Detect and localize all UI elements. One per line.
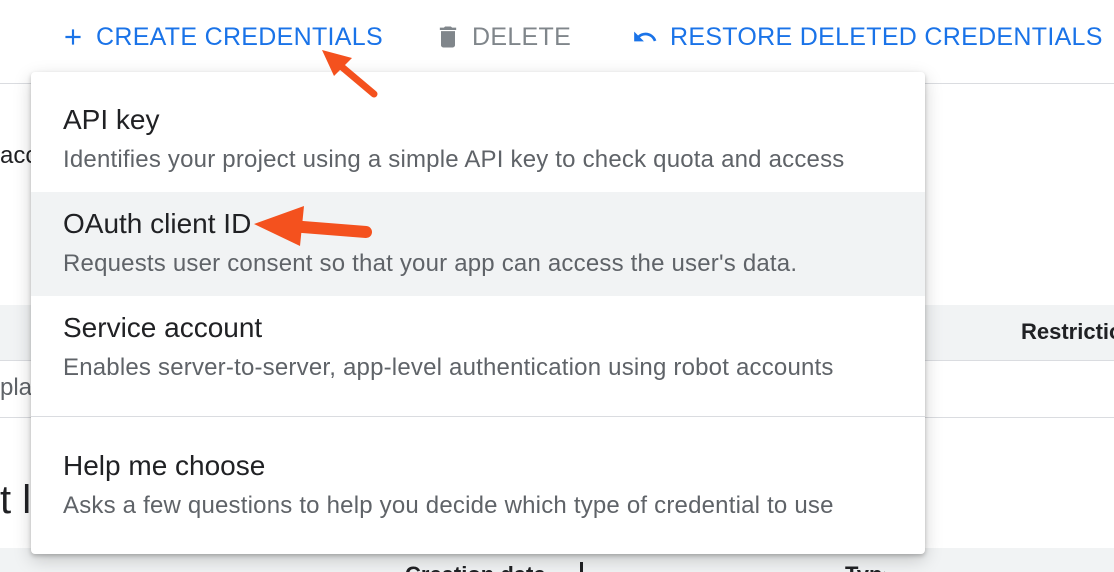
menu-item-title: OAuth client ID: [63, 208, 252, 239]
create-credentials-button[interactable]: CREATE CREDENTIALS: [60, 18, 383, 56]
plus-icon: [60, 24, 86, 50]
column-header-type[interactable]: Type: [845, 562, 885, 572]
menu-item-service-account[interactable]: Service account Enables server-to-server…: [31, 296, 925, 400]
column-header-creation-date[interactable]: Creation date: [405, 562, 555, 572]
create-credentials-menu: API key Identifies your project using a …: [31, 72, 925, 554]
menu-divider: [31, 416, 925, 417]
create-credentials-label: CREATE CREDENTIALS: [96, 22, 383, 51]
background-text-fragment: acc: [0, 142, 32, 169]
delete-button[interactable]: DELETE: [434, 18, 571, 56]
undo-icon: [630, 24, 660, 50]
menu-item-api-key[interactable]: API key Identifies your project using a …: [31, 88, 925, 192]
menu-item-description: Identifies your project using a simple A…: [63, 146, 845, 173]
background-text-fragment: pla: [0, 374, 32, 401]
restore-deleted-credentials-label: RESTORE DELETED CREDENTIALS: [670, 22, 1103, 51]
trash-icon: [434, 23, 462, 51]
menu-item-description: Enables server-to-server, app-level auth…: [63, 354, 834, 381]
menu-item-title: Help me choose: [63, 450, 266, 481]
menu-item-oauth-client-id[interactable]: OAuth client ID Requests user consent so…: [31, 192, 925, 296]
menu-item-help-me-choose[interactable]: Help me choose Asks a few questions to h…: [31, 434, 925, 538]
menu-item-description: Requests user consent so that your app c…: [63, 250, 798, 277]
menu-item-description: Asks a few questions to help you decide …: [63, 492, 834, 519]
menu-item-title: API key: [63, 104, 160, 135]
column-header-restrictions: Restrictions: [1021, 319, 1114, 344]
delete-label: DELETE: [472, 22, 572, 51]
restore-deleted-credentials-button[interactable]: RESTORE DELETED CREDENTIALS: [630, 18, 1103, 56]
menu-item-title: Service account: [63, 312, 263, 343]
section-title-fragment: t l: [0, 478, 32, 522]
